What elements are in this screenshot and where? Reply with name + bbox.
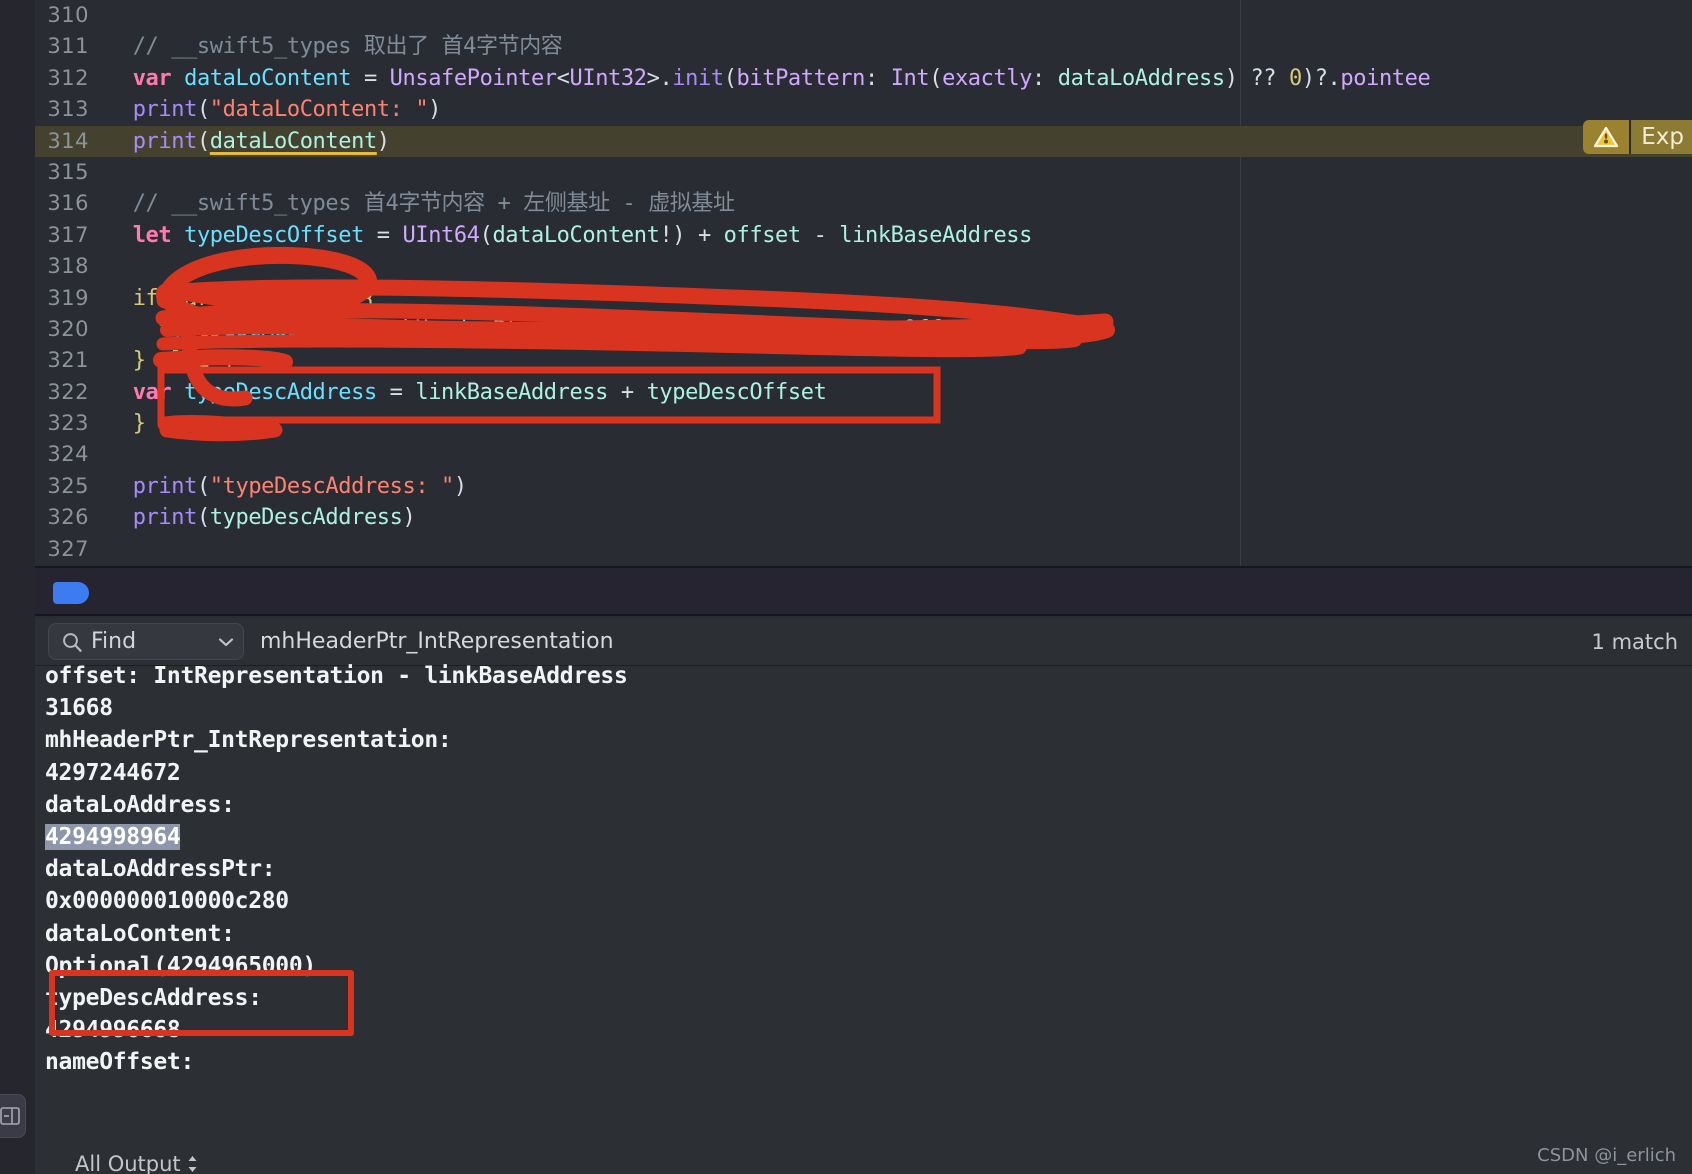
- line-number: 312: [47, 65, 89, 90]
- code-line-325[interactable]: 325 print("typeDescAddress: "): [35, 471, 1692, 502]
- console-line: dataLoAddressPtr:: [45, 856, 276, 883]
- console-line: Optional(4294965000): [45, 952, 316, 979]
- line-number: 311: [47, 34, 89, 59]
- code-text: }: [107, 411, 146, 437]
- console-line: offset: IntRepresentation - linkBaseAddr…: [45, 663, 628, 689]
- chevron-down-icon[interactable]: [217, 636, 235, 648]
- console-line: nameOffset:: [45, 1049, 195, 1076]
- match-count-label: 1 match: [1591, 629, 1678, 654]
- output-filter-selector[interactable]: All Output: [75, 1152, 199, 1174]
- line-number: 314: [47, 128, 89, 153]
- line-number: 317: [47, 222, 89, 247]
- console-line: dataLoAddress:: [45, 791, 235, 818]
- line-number: 321: [47, 348, 89, 373]
- line-number: 319: [47, 285, 89, 310]
- code-text: print(typeDescAddress): [132, 505, 416, 531]
- line-number: 324: [47, 442, 89, 467]
- console-output-panel[interactable]: offset: IntRepresentation - linkBaseAddr…: [35, 663, 1692, 1174]
- code-text: print("dataLoContent: "): [132, 97, 442, 123]
- line-number: 316: [47, 191, 89, 216]
- line-number: 322: [47, 379, 89, 404]
- console-line: 4297244672: [45, 759, 181, 786]
- line-number: 327: [47, 536, 89, 561]
- line-number: 313: [47, 97, 89, 122]
- code-line-315[interactable]: 315: [35, 157, 1692, 188]
- csdn-watermark: CSDN @i_erlich: [1537, 1145, 1676, 1166]
- code-text: let typeDescOffset = UInt64(dataLoConten…: [132, 222, 1033, 248]
- code-line-314[interactable]: 314 print(dataLoContent): [35, 125, 1692, 157]
- debug-bar: [35, 566, 1692, 616]
- warning-chip-label: Exp: [1629, 120, 1692, 154]
- code-line-313[interactable]: 313 print("dataLoContent: "): [35, 94, 1692, 125]
- code-text: } else {: [107, 348, 236, 374]
- code-line-312[interactable]: 312 var dataLoContent = UnsafePointer<UI…: [35, 63, 1692, 94]
- code-line-321[interactable]: 321 } else {: [35, 345, 1692, 376]
- code-line-317[interactable]: 317 let typeDescOffset = UInt64(dataLoCo…: [35, 220, 1692, 251]
- line-number: 326: [47, 505, 89, 530]
- xcode-window: 310 311 // __swift5_types 取出了 首4字节内容 312 v…: [0, 0, 1692, 1174]
- line-number: 320: [47, 316, 89, 341]
- console-line: dataLoContent:: [45, 920, 235, 947]
- console-line: typeDescAddress:: [45, 985, 262, 1012]
- panel-icon: [0, 1107, 20, 1125]
- line-number: 315: [47, 159, 89, 184]
- inline-warning-chip[interactable]: Exp: [1583, 120, 1692, 154]
- code-text: // __swift5_types 取出了 首4字节内容: [107, 34, 563, 60]
- code-line-327[interactable]: 327: [35, 534, 1692, 565]
- up-down-chevron-icon: [188, 1156, 197, 1172]
- find-scope-label: Find: [91, 629, 137, 654]
- code-line-322[interactable]: 322 var typeDescAddress = linkBaseAddres…: [35, 377, 1692, 408]
- line-number: 325: [47, 473, 89, 498]
- code-line-310[interactable]: 310: [35, 0, 1692, 31]
- output-filter-label: All Output: [75, 1152, 181, 1174]
- code-text: var typeDescAddress = linkBaseAddress + …: [132, 379, 827, 405]
- code-text: print(dataLoContent): [132, 128, 390, 154]
- console-line: 31668: [45, 695, 113, 722]
- code-text: var dataLoContent = UnsafePointer<UInt32…: [132, 65, 1431, 91]
- line-number: 318: [47, 254, 89, 279]
- code-lines-container[interactable]: 310 311 // __swift5_types 取出了 首4字节内容 312 v…: [35, 0, 1692, 565]
- code-text: // __swift5_types 首4字节内容 + 左侧基址 - 虚拟基址: [107, 191, 735, 217]
- code-text: typeDescAddress = mhHeaderPtr_IntReprese…: [107, 316, 981, 342]
- code-line-316[interactable]: 316 // __swift5_types 首4字节内容 + 左侧基址 - 虚拟…: [35, 188, 1692, 219]
- code-text: if (arch(x86_64)) {: [107, 285, 377, 311]
- console-line: mhHeaderPtr_IntRepresentation:: [45, 727, 452, 754]
- warning-triangle-icon: [1583, 120, 1630, 154]
- code-line-320[interactable]: 320 typeDescAddress = mhHeaderPtr_IntRep…: [35, 314, 1692, 345]
- code-line-311[interactable]: 311 // __swift5_types 取出了 首4字节内容: [35, 31, 1692, 62]
- line-number: 323: [47, 411, 89, 436]
- code-line-319[interactable]: 319 if (arch(x86_64)) {: [35, 283, 1692, 314]
- console-find-bar[interactable]: Find 1 match: [35, 617, 1692, 666]
- left-rail: [0, 0, 35, 1174]
- panel-toggle-button[interactable]: [0, 1094, 26, 1138]
- find-scope-selector[interactable]: Find: [48, 623, 244, 660]
- find-input[interactable]: [244, 617, 1592, 666]
- console-line: 4294996668: [45, 1017, 181, 1044]
- console-line: 4294998964: [45, 824, 181, 851]
- console-lines-container: offset: IntRepresentation - linkBaseAddr…: [39, 660, 1692, 1079]
- code-line-324[interactable]: 324: [35, 439, 1692, 470]
- search-icon: [63, 632, 82, 652]
- code-line-326[interactable]: 326 print(typeDescAddress): [35, 502, 1692, 533]
- code-line-323[interactable]: 323 }: [35, 408, 1692, 439]
- code-line-318[interactable]: 318: [35, 251, 1692, 282]
- breakpoint-indicator[interactable]: [53, 582, 89, 604]
- line-number: 310: [47, 3, 89, 27]
- code-text: print("typeDescAddress: "): [132, 473, 467, 499]
- console-line: 0x000000010000c280: [45, 888, 289, 915]
- source-editor[interactable]: 310 311 // __swift5_types 取出了 首4字节内容 312 v…: [35, 0, 1692, 566]
